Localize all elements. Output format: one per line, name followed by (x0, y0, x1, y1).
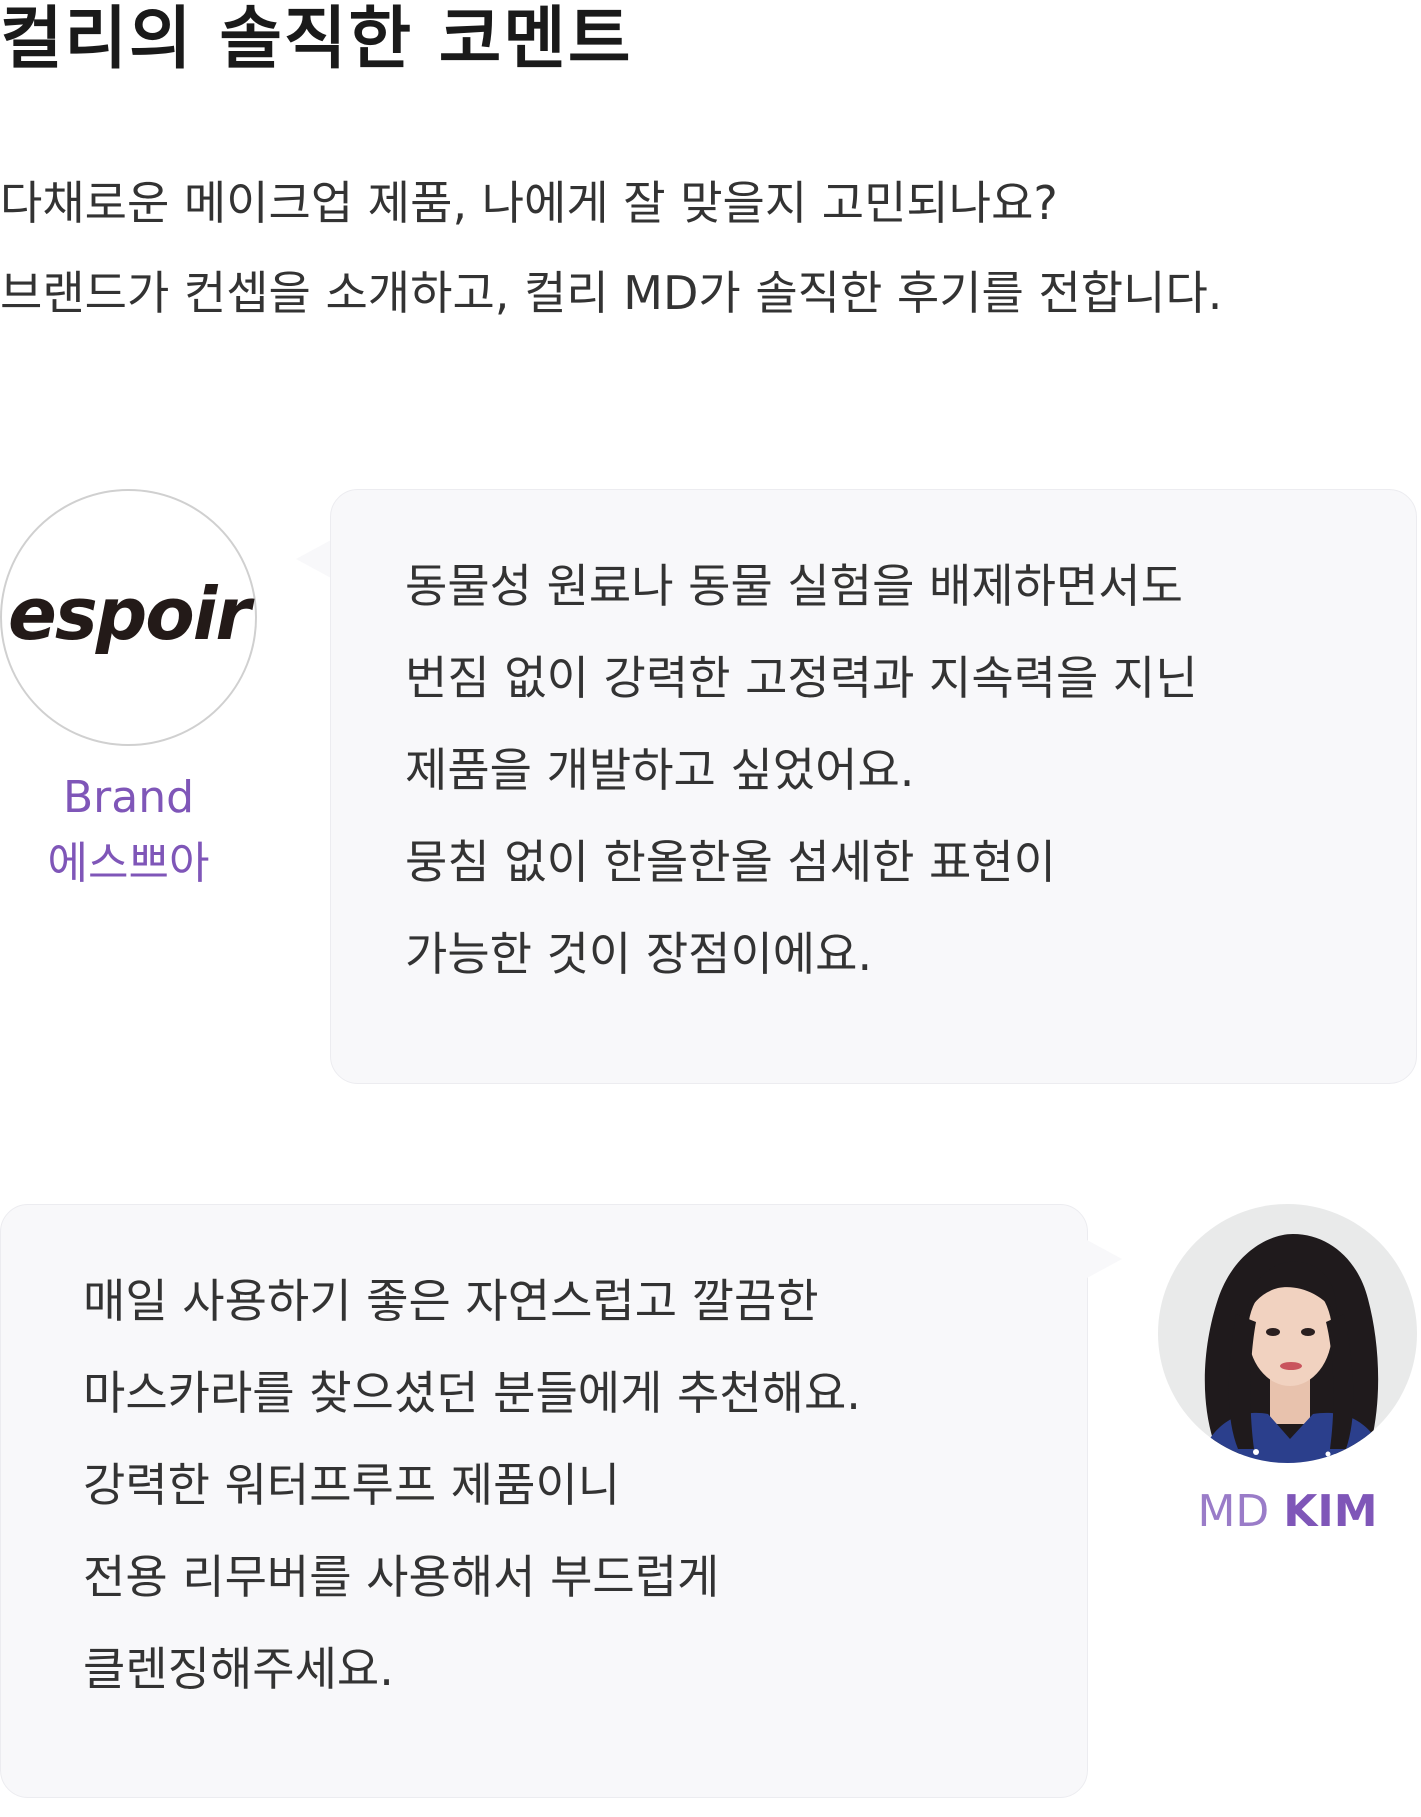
brand-logo-wordmark: espoir (8, 571, 251, 656)
md-portrait-icon (1158, 1204, 1417, 1463)
brand-name-label: 에스쁘아 (47, 838, 210, 889)
md-role-label: MD (1197, 1486, 1270, 1537)
comment-line: 동물성 원료나 동물 실험을 배제하면서도 (405, 559, 1183, 613)
brand-role-label: Brand (62, 772, 195, 823)
md-comment-bubble: 매일 사용하기 좋은 자연스럽고 깔끔한 마스카라를 찾으셨던 분들에게 추천해… (0, 1204, 1088, 1798)
comment-line: 매일 사용하기 좋은 자연스럽고 깔끔한 (83, 1274, 819, 1328)
md-surname-label: KIM (1283, 1486, 1378, 1537)
comment-line: 클렌징해주세요. (83, 1642, 394, 1696)
intro-line: 브랜드가 컨셉을 소개하고, 컬리 MD가 솔직한 후기를 전합니다. (0, 266, 1223, 320)
comment-line: 번짐 없이 강력한 고정력과 지속력을 지닌 (405, 651, 1198, 705)
intro-line: 다채로운 메이크업 제품, 나에게 잘 맞을지 고민되나요? (0, 176, 1058, 230)
md-name-label: MD KIM (1158, 1482, 1417, 1542)
brand-comment-text: 동물성 원료나 동물 실험을 배제하면서도 번짐 없이 강력한 고정력과 지속력… (405, 540, 1198, 1000)
comment-line: 전용 리무버를 사용해서 부드럽게 (83, 1550, 720, 1604)
comment-line: 제품을 개발하고 싶었어요. (405, 743, 915, 797)
brand-logo: espoir (0, 489, 257, 746)
comment-line: 강력한 워터프루프 제품이니 (83, 1458, 621, 1512)
brand-comment-bubble: 동물성 원료나 동물 실험을 배제하면서도 번짐 없이 강력한 고정력과 지속력… (330, 489, 1417, 1084)
comment-line: 가능한 것이 장점이에요. (405, 927, 873, 981)
md-avatar (1158, 1204, 1417, 1463)
md-comment-text: 매일 사용하기 좋은 자연스럽고 깔끔한 마스카라를 찾으셨던 분들에게 추천해… (83, 1255, 861, 1715)
comment-line: 뭉침 없이 한올한올 섬세한 표현이 (405, 835, 1056, 889)
intro-text: 다채로운 메이크업 제품, 나에게 잘 맞을지 고민되나요? 브랜드가 컨셉을 … (0, 158, 1421, 338)
page-title: 컬리의 솔직한 코멘트 (0, 0, 633, 79)
speech-bubble-tail (1087, 1240, 1122, 1278)
comment-line: 마스카라를 찾으셨던 분들에게 추천해요. (83, 1366, 861, 1420)
speech-bubble-tail (296, 540, 331, 578)
